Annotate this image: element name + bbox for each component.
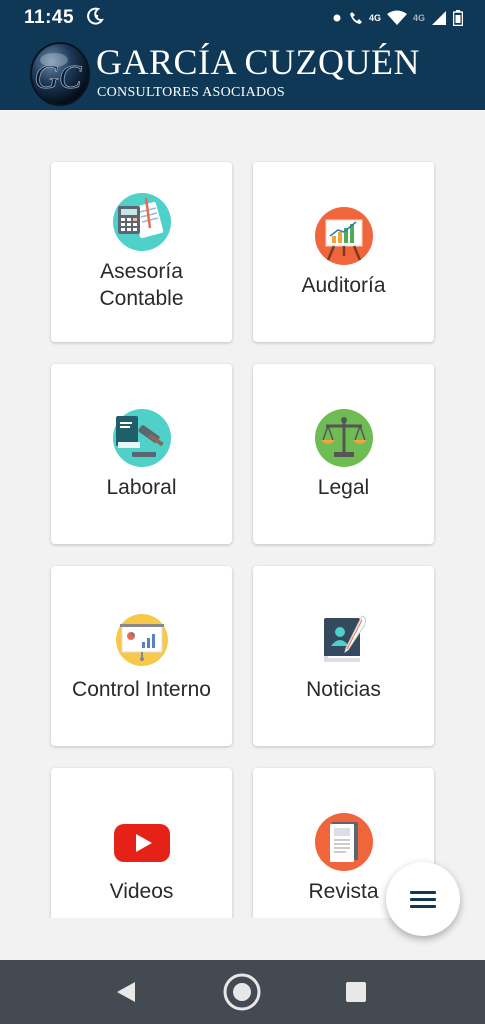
audit-chart-board-icon: [314, 206, 373, 265]
brand-subtitle: CONSULTORES ASOCIADOS: [97, 85, 285, 100]
menu-card-label: Auditoría: [301, 273, 386, 297]
menu-card-asesoria-contable[interactable]: Asesoría Contable: [51, 162, 232, 342]
phone-call-icon: [349, 12, 362, 24]
home-button[interactable]: [222, 972, 262, 1012]
menu-grid: Asesoría Contable Auditoría Laboral Lega…: [0, 110, 485, 918]
news-notebook-icon: [323, 614, 366, 662]
wifi-icon: [386, 10, 407, 25]
hotspot-icon: [333, 14, 341, 22]
status-time: 11:45: [24, 7, 75, 28]
menu-card-label: Asesoría Contable: [99, 260, 184, 310]
menu-card-label: Videos: [109, 879, 174, 903]
network-type-label: 4G: [368, 13, 381, 23]
logo-letters: GC: [34, 59, 82, 96]
menu-fab-button[interactable]: [386, 862, 460, 936]
network-type-label-2: 4G: [412, 13, 425, 23]
menu-icon: [410, 891, 436, 908]
menu-card-control-interno[interactable]: Control Interno: [51, 566, 232, 746]
menu-card-noticias[interactable]: Noticias: [253, 566, 434, 746]
menu-card-videos[interactable]: Videos: [51, 768, 232, 918]
menu-card-label: Legal: [317, 475, 370, 499]
system-navigation-bar: [0, 960, 485, 1024]
menu-card-label: Control Interno: [72, 677, 211, 701]
internal-control-presentation-icon: [115, 613, 168, 666]
menu-card-laboral[interactable]: Laboral: [51, 364, 232, 544]
app-header: GC GARCÍA CUZQUÉN CONSULTORES ASOCIADOS: [0, 36, 485, 110]
recents-square-icon: [346, 982, 366, 1002]
labor-gavel-book-icon: [112, 408, 171, 467]
home-circle-icon: [223, 973, 261, 1011]
back-triangle-icon: [117, 982, 135, 1002]
youtube-play-icon: [113, 823, 170, 862]
magazine-icon: [314, 812, 373, 871]
status-bar: 11:45 4G 4G: [0, 0, 485, 36]
menu-card-label: Laboral: [106, 475, 177, 499]
accounting-calculator-icon: [112, 193, 171, 251]
cell-signal-icon: [432, 11, 446, 25]
brand-title: GARCÍA CUZQUÉN: [96, 42, 421, 82]
menu-card-label: Noticias: [306, 677, 381, 701]
battery-icon: [453, 10, 463, 26]
menu-card-auditoria[interactable]: Auditoría: [253, 162, 434, 342]
do-not-disturb-icon: [87, 7, 104, 25]
back-button[interactable]: [106, 972, 146, 1012]
status-icons: 4G 4G: [331, 6, 463, 30]
legal-scales-icon: [314, 408, 373, 467]
menu-card-legal[interactable]: Legal: [253, 364, 434, 544]
recents-button[interactable]: [336, 972, 376, 1012]
gc-logo-emblem: GC: [30, 42, 90, 106]
